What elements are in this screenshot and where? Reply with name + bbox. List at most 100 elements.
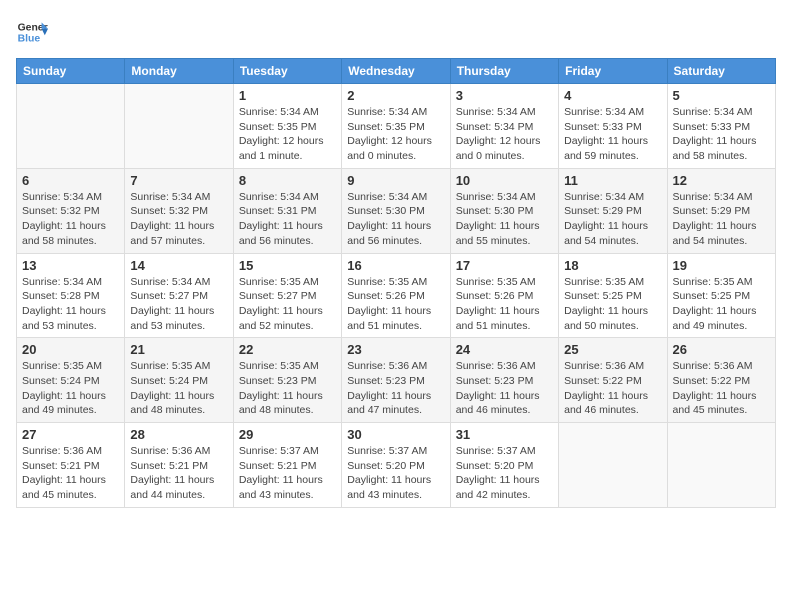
day-info: Sunrise: 5:35 AMSunset: 5:27 PMDaylight:… [239,275,336,334]
day-number: 10 [456,173,553,188]
logo: General Blue [16,16,48,48]
day-number: 4 [564,88,661,103]
day-info: Sunrise: 5:34 AMSunset: 5:30 PMDaylight:… [347,190,444,249]
day-number: 23 [347,342,444,357]
calendar-cell: 27 Sunrise: 5:36 AMSunset: 5:21 PMDayligh… [17,423,125,508]
day-number: 7 [130,173,227,188]
calendar-cell: 25Sunrise: 5:36 AMSunset: 5:22 PMDayligh… [559,338,667,423]
day-info: Sunrise: 5:34 AMSunset: 5:31 PMDaylight:… [239,190,336,249]
calendar-cell: 17Sunrise: 5:35 AMSunset: 5:26 PMDayligh… [450,253,558,338]
day-number: 19 [673,258,770,273]
day-info: Sunrise: 5:35 AMSunset: 5:26 PMDaylight:… [347,275,444,334]
calendar-cell: 22Sunrise: 5:35 AMSunset: 5:23 PMDayligh… [233,338,341,423]
day-info: Sunrise: 5:34 AMSunset: 5:29 PMDaylight:… [673,190,770,249]
day-number: 15 [239,258,336,273]
day-number: 21 [130,342,227,357]
calendar-cell [125,84,233,169]
day-info: Sunrise: 5:35 AMSunset: 5:24 PMDaylight:… [130,359,227,418]
day-info: Sunrise: 5:36 AMSunset: 5:21 PMDaylight:… [130,444,227,503]
calendar-week-row: 6 Sunrise: 5:34 AMSunset: 5:32 PMDaylight… [17,168,776,253]
day-number: 18 [564,258,661,273]
calendar-cell: 28 Sunrise: 5:36 AMSunset: 5:21 PMDayligh… [125,423,233,508]
day-number: 12 [673,173,770,188]
calendar-cell: 31 Sunrise: 5:37 AMSunset: 5:20 PMDayligh… [450,423,558,508]
calendar-cell: 7 Sunrise: 5:34 AMSunset: 5:32 PMDaylight… [125,168,233,253]
day-number: 8 [239,173,336,188]
calendar-cell: 29Sunrise: 5:37 AMSunset: 5:21 PMDayligh… [233,423,341,508]
page-header: General Blue [16,16,776,48]
calendar-cell [559,423,667,508]
day-number: 11 [564,173,661,188]
weekday-header-friday: Friday [559,59,667,84]
day-number: 28 [130,427,227,442]
calendar-cell: 4 Sunrise: 5:34 AMSunset: 5:33 PMDaylight… [559,84,667,169]
day-info: Sunrise: 5:34 AMSunset: 5:35 PMDaylight:… [347,105,444,164]
day-info: Sunrise: 5:35 AMSunset: 5:25 PMDaylight:… [564,275,661,334]
day-info: Sunrise: 5:34 AMSunset: 5:32 PMDaylight:… [22,190,119,249]
day-info: Sunrise: 5:34 AMSunset: 5:33 PMDaylight:… [673,105,770,164]
day-info: Sunrise: 5:34 AMSunset: 5:35 PMDaylight:… [239,105,336,164]
weekday-header-monday: Monday [125,59,233,84]
calendar-cell [667,423,775,508]
calendar-cell: 3 Sunrise: 5:34 AMSunset: 5:34 PMDaylight… [450,84,558,169]
calendar-cell [17,84,125,169]
day-number: 24 [456,342,553,357]
day-info: Sunrise: 5:34 AMSunset: 5:30 PMDaylight:… [456,190,553,249]
calendar-week-row: 1Sunrise: 5:34 AMSunset: 5:35 PMDaylight… [17,84,776,169]
day-info: Sunrise: 5:36 AMSunset: 5:23 PMDaylight:… [347,359,444,418]
svg-text:Blue: Blue [18,34,41,45]
day-info: Sunrise: 5:34 AMSunset: 5:33 PMDaylight:… [564,105,661,164]
day-info: Sunrise: 5:34 AMSunset: 5:34 PMDaylight:… [456,105,553,164]
calendar-cell: 6 Sunrise: 5:34 AMSunset: 5:32 PMDaylight… [17,168,125,253]
day-info: Sunrise: 5:36 AMSunset: 5:23 PMDaylight:… [456,359,553,418]
day-number: 6 [22,173,119,188]
day-number: 16 [347,258,444,273]
day-info: Sunrise: 5:34 AMSunset: 5:27 PMDaylight:… [130,275,227,334]
day-number: 26 [673,342,770,357]
logo-icon: General Blue [16,16,48,48]
day-number: 25 [564,342,661,357]
day-info: Sunrise: 5:34 AMSunset: 5:29 PMDaylight:… [564,190,661,249]
day-info: Sunrise: 5:37 AMSunset: 5:20 PMDaylight:… [347,444,444,503]
day-number: 30 [347,427,444,442]
day-info: Sunrise: 5:35 AMSunset: 5:26 PMDaylight:… [456,275,553,334]
calendar-cell: 12 Sunrise: 5:34 AMSunset: 5:29 PMDayligh… [667,168,775,253]
calendar-cell: 26 Sunrise: 5:36 AMSunset: 5:22 PMDayligh… [667,338,775,423]
day-number: 20 [22,342,119,357]
day-info: Sunrise: 5:36 AMSunset: 5:22 PMDaylight:… [673,359,770,418]
day-info: Sunrise: 5:37 AMSunset: 5:20 PMDaylight:… [456,444,553,503]
weekday-header-wednesday: Wednesday [342,59,450,84]
calendar-cell: 16 Sunrise: 5:35 AMSunset: 5:26 PMDayligh… [342,253,450,338]
day-number: 13 [22,258,119,273]
weekday-header-sunday: Sunday [17,59,125,84]
calendar-cell: 20Sunrise: 5:35 AMSunset: 5:24 PMDayligh… [17,338,125,423]
calendar-cell: 19Sunrise: 5:35 AMSunset: 5:25 PMDayligh… [667,253,775,338]
day-info: Sunrise: 5:36 AMSunset: 5:21 PMDaylight:… [22,444,119,503]
weekday-header-saturday: Saturday [667,59,775,84]
calendar-week-row: 27 Sunrise: 5:36 AMSunset: 5:21 PMDayligh… [17,423,776,508]
calendar-week-row: 20 Sunrise: 5:35 AMSunset: 5:24 PMDayligh… [17,338,776,423]
calendar-cell: 24 Sunrise: 5:36 AMSunset: 5:23 PMDayligh… [450,338,558,423]
calendar-cell: 9 Sunrise: 5:34 AMSunset: 5:30 PMDaylight… [342,168,450,253]
calendar-cell: 13 Sunrise: 5:34 AMSunset: 5:28 PMDayligh… [17,253,125,338]
calendar-week-row: 13 Sunrise: 5:34 AMSunset: 5:28 PMDayligh… [17,253,776,338]
day-info: Sunrise: 5:35 AMSunset: 5:23 PMDaylight:… [239,359,336,418]
weekday-header-row: SundayMondayTuesdayWednesdayThursdayFrid… [17,59,776,84]
weekday-header-thursday: Thursday [450,59,558,84]
day-info: Sunrise: 5:34 AMSunset: 5:28 PMDaylight:… [22,275,119,334]
day-number: 2 [347,88,444,103]
day-info: Sunrise: 5:34 AMSunset: 5:32 PMDaylight:… [130,190,227,249]
calendar-cell: 23 Sunrise: 5:36 AMSunset: 5:23 PMDayligh… [342,338,450,423]
calendar-cell: 8 Sunrise: 5:34 AMSunset: 5:31 PMDaylight… [233,168,341,253]
day-number: 3 [456,88,553,103]
day-number: 14 [130,258,227,273]
calendar-cell: 1Sunrise: 5:34 AMSunset: 5:35 PMDaylight… [233,84,341,169]
day-number: 27 [22,427,119,442]
calendar-cell: 21 Sunrise: 5:35 AMSunset: 5:24 PMDayligh… [125,338,233,423]
calendar-cell: 14 Sunrise: 5:34 AMSunset: 5:27 PMDayligh… [125,253,233,338]
weekday-header-tuesday: Tuesday [233,59,341,84]
calendar-cell: 30 Sunrise: 5:37 AMSunset: 5:20 PMDayligh… [342,423,450,508]
day-info: Sunrise: 5:37 AMSunset: 5:21 PMDaylight:… [239,444,336,503]
day-number: 31 [456,427,553,442]
day-number: 9 [347,173,444,188]
